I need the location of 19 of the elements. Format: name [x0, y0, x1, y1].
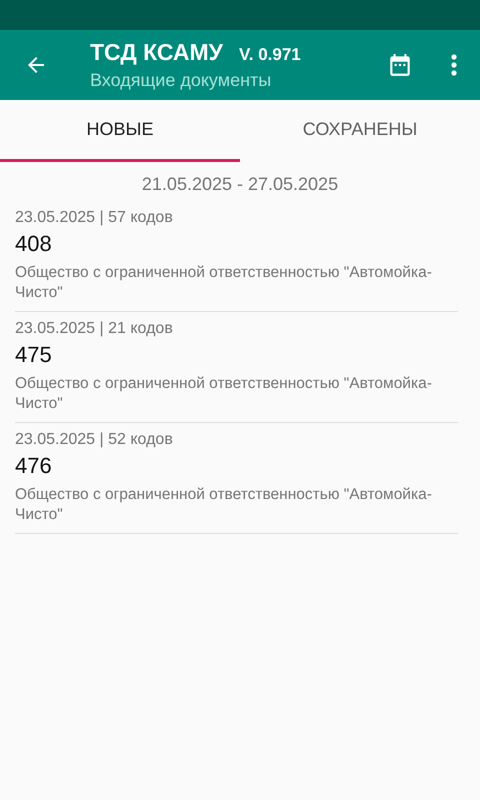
- document-item[interactable]: 23.05.2025 | 57 кодов 408 Общество с ограниченной ответственностью "Автомойка-Чисто": [15, 201, 458, 312]
- screen-subtitle: Входящие документы: [90, 70, 272, 91]
- document-meta: 23.05.2025 | 57 кодов: [15, 209, 174, 227]
- app-title: ТСД КСАМУ: [90, 39, 223, 66]
- document-number: 475: [15, 342, 53, 368]
- document-number: 476: [15, 453, 53, 479]
- more-vertical-icon: [451, 54, 457, 76]
- company-name: Общество с ограниченной ответственностью "Автомойка-Чисто": [15, 374, 433, 414]
- tab[interactable]: СОХРАНЕНЫ: [240, 100, 480, 162]
- version-label: V. 0.971: [238, 45, 301, 65]
- document-item[interactable]: 23.05.2025 | 21 кодов 475 Общество с ограниченной ответственностью "Автомойка-Чисто": [15, 312, 458, 423]
- document-meta: 23.05.2025 | 21 кодов: [15, 320, 174, 338]
- company-name: Общество с ограниченной ответственностью "Автомойка-Чисто": [15, 485, 433, 525]
- date-range: 21.05.2025 - 27.05.2025: [140, 174, 340, 195]
- company-name: Общество с ограниченной ответственностью "Автомойка-Чисто": [15, 263, 433, 303]
- document-number: 408: [15, 231, 53, 257]
- document-meta: 23.05.2025 | 52 кодов: [15, 431, 174, 449]
- document-item[interactable]: 23.05.2025 | 52 кодов 476 Общество с ограниченной ответственностью "Автомойка-Чисто": [15, 423, 458, 534]
- tab[interactable]: НОВЫЕ: [0, 100, 240, 162]
